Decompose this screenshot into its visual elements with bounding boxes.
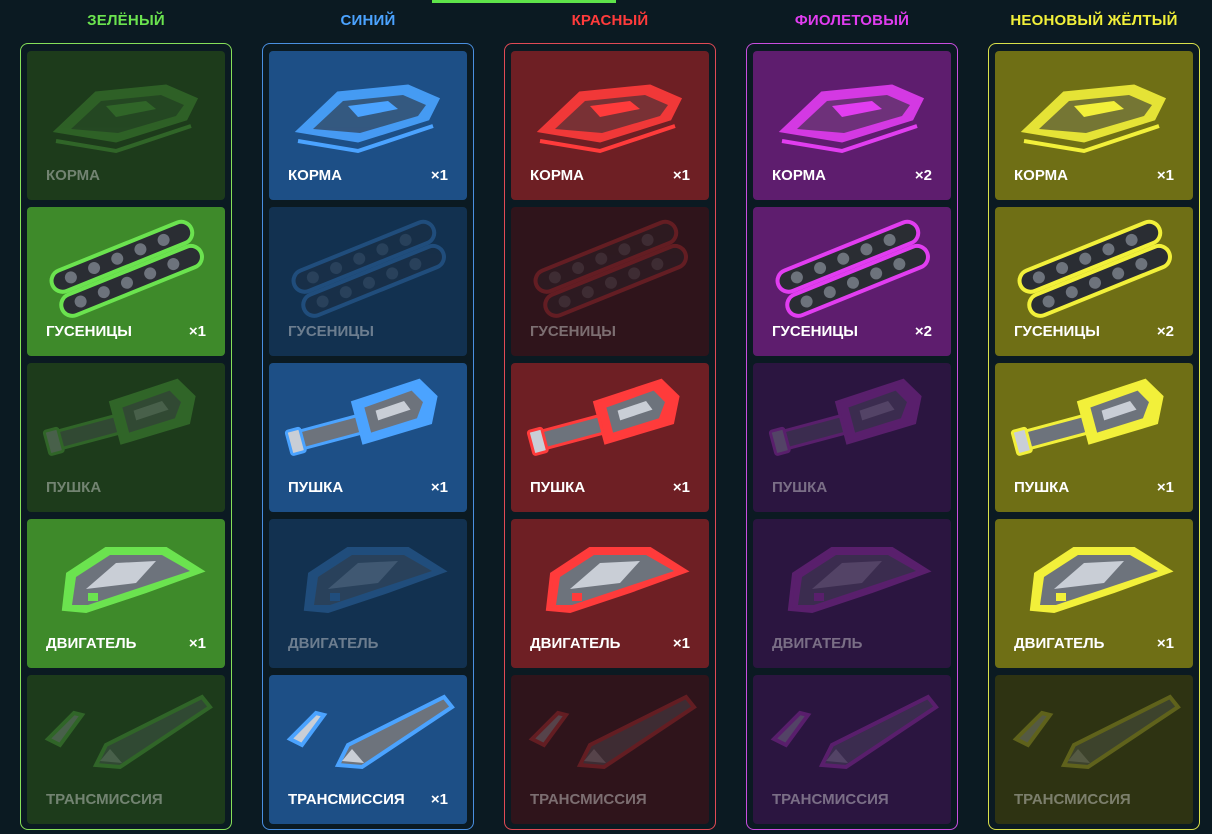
column-blue: СИНИЙ КОРМА ×1 ГУСЕНИЦЫ ПУШКА ×1 ДВИГАТЕ…: [262, 0, 474, 834]
part-card-transmission[interactable]: ТРАНСМИССИЯ: [27, 675, 225, 824]
tracks-icon: [753, 207, 951, 322]
part-card-engine[interactable]: ДВИГАТЕЛЬ ×1: [511, 519, 709, 668]
part-name: ГУСЕНИЦЫ: [772, 323, 858, 340]
part-card-cannon[interactable]: ПУШКА ×1: [511, 363, 709, 512]
part-card-tracks[interactable]: ГУСЕНИЦЫ ×2: [995, 207, 1193, 356]
part-card-hull[interactable]: КОРМА ×1: [511, 51, 709, 200]
part-name: ГУСЕНИЦЫ: [288, 323, 374, 340]
part-count: ×1: [430, 479, 448, 496]
part-name: ДВИГАТЕЛЬ: [1014, 635, 1105, 652]
part-name: КОРМА: [46, 167, 100, 184]
part-count: ×1: [1156, 479, 1174, 496]
part-card-tracks[interactable]: ГУСЕНИЦЫ: [269, 207, 467, 356]
column-green: ЗЕЛЁНЫЙ КОРМА ГУСЕНИЦЫ ×1 ПУШКА ДВИГАТЕЛ…: [20, 0, 232, 834]
part-name: ПУШКА: [46, 479, 102, 496]
tracks-icon: [27, 207, 225, 322]
part-card-transmission[interactable]: ТРАНСМИССИЯ: [995, 675, 1193, 824]
part-card-tracks[interactable]: ГУСЕНИЦЫ: [511, 207, 709, 356]
cannon-icon: [995, 363, 1193, 478]
part-name: КОРМА: [772, 167, 826, 184]
part-name: ГУСЕНИЦЫ: [46, 323, 132, 340]
part-card-cannon[interactable]: ПУШКА ×1: [269, 363, 467, 512]
part-count: ×1: [1156, 167, 1174, 184]
part-name: ДВИГАТЕЛЬ: [288, 635, 379, 652]
part-card-tracks[interactable]: ГУСЕНИЦЫ ×1: [27, 207, 225, 356]
part-card-engine[interactable]: ДВИГАТЕЛЬ ×1: [995, 519, 1193, 668]
hull-icon: [27, 51, 225, 166]
part-name: ПУШКА: [1014, 479, 1070, 496]
part-name: ПУШКА: [288, 479, 344, 496]
part-count: ×1: [672, 635, 690, 652]
part-name: ТРАНСМИССИЯ: [1014, 791, 1131, 808]
engine-icon: [753, 519, 951, 634]
part-card-cannon[interactable]: ПУШКА ×1: [995, 363, 1193, 512]
column-red: КРАСНЫЙ КОРМА ×1 ГУСЕНИЦЫ ПУШКА ×1 ДВИГА…: [504, 0, 716, 834]
part-card-engine[interactable]: ДВИГАТЕЛЬ: [269, 519, 467, 668]
column-neon-yellow: НЕОНОВЫЙ ЖЁЛТЫЙ КОРМА ×1 ГУСЕНИЦЫ ×2 ПУШ…: [988, 0, 1200, 834]
part-card-transmission[interactable]: ТРАНСМИССИЯ ×1: [269, 675, 467, 824]
hull-icon: [995, 51, 1193, 166]
column-title: СИНИЙ: [340, 12, 396, 29]
part-count: ×1: [188, 323, 206, 340]
transmission-icon: [269, 675, 467, 790]
part-count: ×1: [672, 167, 690, 184]
transmission-icon: [511, 675, 709, 790]
part-name: КОРМА: [530, 167, 584, 184]
cannon-icon: [511, 363, 709, 478]
part-card-cannon[interactable]: ПУШКА: [27, 363, 225, 512]
part-count: ×1: [672, 479, 690, 496]
part-card-hull[interactable]: КОРМА ×1: [269, 51, 467, 200]
part-count: ×2: [914, 323, 932, 340]
part-name: ПУШКА: [772, 479, 828, 496]
cannon-icon: [27, 363, 225, 478]
part-card-hull[interactable]: КОРМА ×1: [995, 51, 1193, 200]
part-count: ×2: [1156, 323, 1174, 340]
cannon-icon: [269, 363, 467, 478]
column-title: ЗЕЛЁНЫЙ: [87, 12, 165, 29]
part-name: ТРАНСМИССИЯ: [772, 791, 889, 808]
part-card-cannon[interactable]: ПУШКА: [753, 363, 951, 512]
part-count: ×1: [430, 167, 448, 184]
transmission-icon: [995, 675, 1193, 790]
transmission-icon: [753, 675, 951, 790]
engine-icon: [511, 519, 709, 634]
part-count: ×1: [1156, 635, 1174, 652]
part-name: ГУСЕНИЦЫ: [1014, 323, 1100, 340]
column-violet: ФИОЛЕТОВЫЙ КОРМА ×2 ГУСЕНИЦЫ ×2 ПУШКА ДВ…: [746, 0, 958, 834]
column-title: ФИОЛЕТОВЫЙ: [794, 12, 910, 29]
part-name: ДВИГАТЕЛЬ: [46, 635, 137, 652]
transmission-icon: [27, 675, 225, 790]
part-card-hull[interactable]: КОРМА: [27, 51, 225, 200]
part-name: ГУСЕНИЦЫ: [530, 323, 616, 340]
part-name: ТРАНСМИССИЯ: [46, 791, 163, 808]
part-card-transmission[interactable]: ТРАНСМИССИЯ: [753, 675, 951, 824]
tracks-icon: [269, 207, 467, 322]
tracks-icon: [995, 207, 1193, 322]
part-name: КОРМА: [288, 167, 342, 184]
engine-icon: [995, 519, 1193, 634]
part-count: ×2: [914, 167, 932, 184]
hull-icon: [753, 51, 951, 166]
tracks-icon: [511, 207, 709, 322]
part-name: ТРАНСМИССИЯ: [530, 791, 647, 808]
part-name: ПУШКА: [530, 479, 586, 496]
part-card-engine[interactable]: ДВИГАТЕЛЬ: [753, 519, 951, 668]
part-card-engine[interactable]: ДВИГАТЕЛЬ ×1: [27, 519, 225, 668]
column-title: КРАСНЫЙ: [571, 12, 649, 29]
part-card-hull[interactable]: КОРМА ×2: [753, 51, 951, 200]
part-card-transmission[interactable]: ТРАНСМИССИЯ: [511, 675, 709, 824]
part-name: КОРМА: [1014, 167, 1068, 184]
part-name: ТРАНСМИССИЯ: [288, 791, 405, 808]
part-card-tracks[interactable]: ГУСЕНИЦЫ ×2: [753, 207, 951, 356]
column-title: НЕОНОВЫЙ ЖЁЛТЫЙ: [1010, 12, 1178, 29]
hull-icon: [269, 51, 467, 166]
engine-icon: [269, 519, 467, 634]
part-count: ×1: [430, 791, 448, 808]
part-name: ДВИГАТЕЛЬ: [530, 635, 621, 652]
cannon-icon: [753, 363, 951, 478]
engine-icon: [27, 519, 225, 634]
part-count: ×1: [188, 635, 206, 652]
part-name: ДВИГАТЕЛЬ: [772, 635, 863, 652]
hull-icon: [511, 51, 709, 166]
